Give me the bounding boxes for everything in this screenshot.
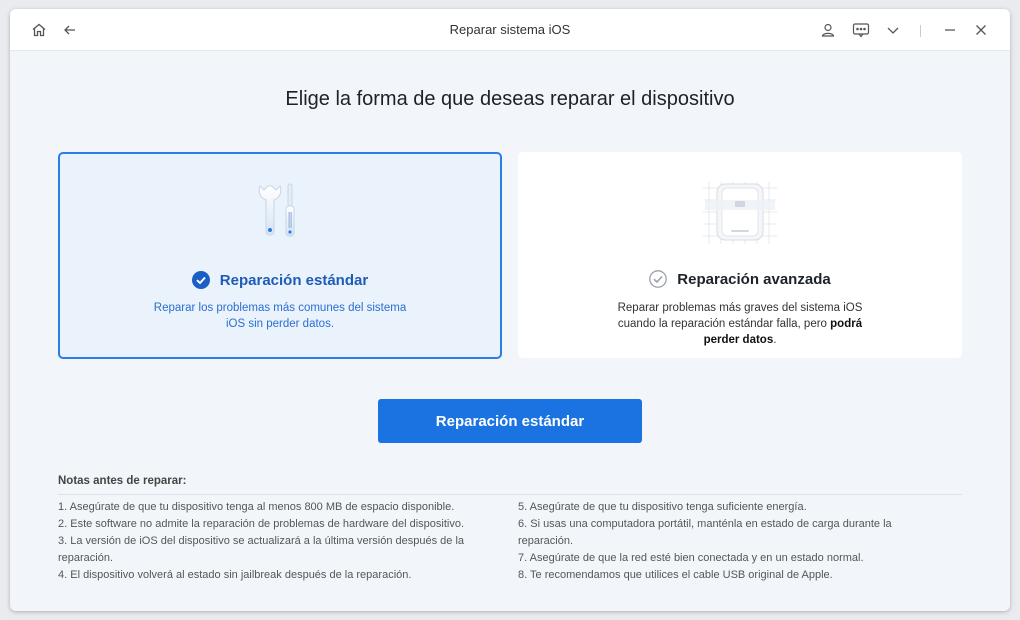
- app-window: Reparar sistema iOS Elige la forma de qu…: [10, 9, 1010, 611]
- user-icon[interactable]: [815, 9, 841, 51]
- title-bar: Reparar sistema iOS: [10, 9, 1010, 51]
- note-item: 4. El dispositivo volverá al estado sin …: [58, 569, 412, 581]
- standard-repair-description: Reparar los problemas más comunes del si…: [60, 300, 500, 332]
- standard-desc-line1: Reparar los problemas más comunes del si…: [153, 302, 407, 314]
- note-item: 2. Este software no admite la reparación…: [58, 518, 465, 530]
- advanced-desc-line1: Reparar problemas más graves del sistema…: [617, 302, 863, 314]
- advanced-repair-description: Reparar problemas más graves del sistema…: [518, 300, 962, 348]
- standard-repair-option[interactable]: Reparación estándar Reparar los problema…: [58, 152, 502, 359]
- advanced-repair-label: Reparación avanzada: [677, 270, 831, 288]
- home-icon[interactable]: [26, 9, 52, 51]
- device-repair-icon: [697, 178, 783, 255]
- title-separator: [920, 25, 921, 37]
- start-standard-repair-button[interactable]: Reparación estándar: [378, 399, 642, 443]
- check-circle-outline-icon: [649, 270, 668, 288]
- page-heading: Elige la forma de que deseas reparar el …: [285, 88, 735, 110]
- note-item-continuation: reparación.: [518, 535, 574, 547]
- notes-left-column: 1. Asegúrate de que tu dispositivo tenga…: [58, 499, 498, 584]
- note-item: 3. La versión de iOS del dispositivo se …: [58, 535, 465, 547]
- notes-title: Notas antes de reparar:: [58, 475, 187, 487]
- advanced-desc-line2-text: cuando la reparación estándar falla, per…: [617, 318, 827, 330]
- advanced-repair-option[interactable]: Reparación avanzada Reparar problemas má…: [518, 152, 962, 358]
- note-item: 6. Si usas una computadora portátil, man…: [518, 518, 892, 530]
- notes-right-column: 5. Asegúrate de que tu dispositivo tenga…: [518, 499, 938, 584]
- advanced-desc-end: .: [773, 334, 777, 346]
- standard-repair-title: Reparación estándar: [60, 271, 500, 289]
- advanced-desc-line3: perder datos.: [518, 332, 962, 348]
- advanced-desc-bold1: podrá: [830, 318, 863, 330]
- advanced-desc-bold2: perder datos: [703, 334, 774, 346]
- note-item: 7. Asegúrate de que la red esté bien con…: [518, 552, 864, 564]
- advanced-repair-title: Reparación avanzada: [518, 270, 962, 288]
- chevron-down-icon[interactable]: [880, 9, 906, 51]
- back-arrow-icon[interactable]: [57, 9, 83, 51]
- chat-icon[interactable]: [848, 9, 874, 51]
- tools-icon: [252, 180, 308, 249]
- minimize-icon[interactable]: [937, 9, 963, 51]
- standard-repair-label: Reparación estándar: [219, 271, 369, 289]
- note-item: 8. Te recomendamos que utilices el cable…: [518, 569, 833, 581]
- standard-desc-line2: iOS sin perder datos.: [225, 318, 335, 330]
- note-item: 5. Asegúrate de que tu dispositivo tenga…: [518, 501, 807, 513]
- close-icon[interactable]: [968, 9, 994, 51]
- check-circle-icon: [191, 271, 210, 289]
- note-item: 1. Asegúrate de que tu dispositivo tenga…: [58, 501, 455, 513]
- notes-divider: [58, 494, 962, 495]
- advanced-desc-line2: cuando la reparación estándar falla, per…: [518, 316, 962, 332]
- note-item-continuation: reparación.: [58, 552, 114, 564]
